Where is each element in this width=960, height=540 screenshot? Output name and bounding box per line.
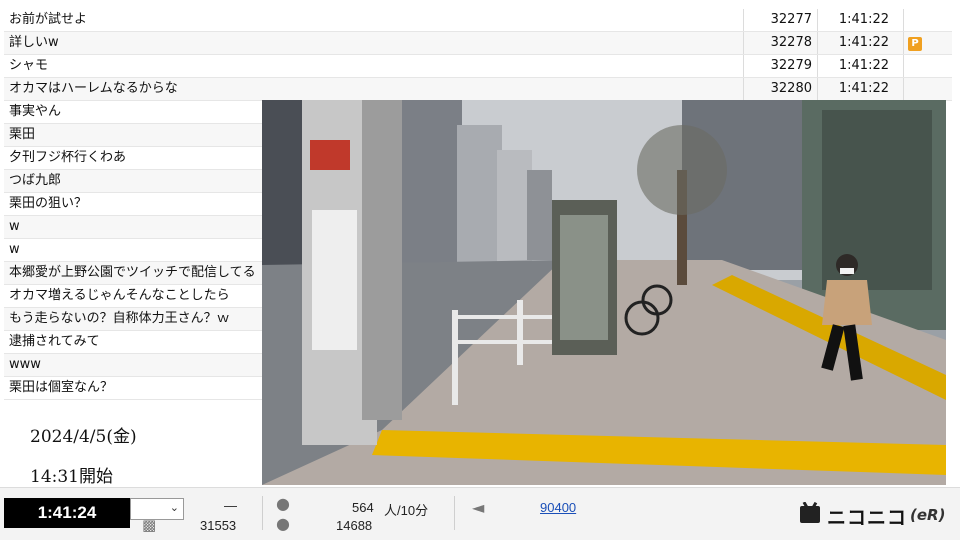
comment-count: 31553: [200, 518, 237, 533]
comment-number: 32277: [744, 9, 818, 31]
comment-row[interactable]: オカマはハーレムなるからな 32280 1:41:22: [4, 78, 952, 101]
comment-row[interactable]: w: [4, 239, 262, 262]
comment-row[interactable]: オカマ増えるじゃんそんなことしたら: [4, 285, 262, 308]
comment-flag: [904, 78, 952, 100]
ad-points-link[interactable]: 90400: [540, 500, 576, 515]
total-viewers: 14688: [336, 518, 373, 533]
comment-text: つば九郎: [9, 173, 62, 188]
chevron-down-icon[interactable]: ⌄: [170, 501, 179, 514]
comment-row[interactable]: 事実やん: [4, 101, 262, 124]
megaphone-icon[interactable]: ◄: [472, 498, 484, 517]
comment-text: 栗田: [9, 127, 36, 142]
broadcast-start-time: 14:31開始: [30, 467, 113, 487]
comment-list: お前が試せよ 32277 1:41:22 詳しいw 32278 1:41:22 P シャモ 32…: [4, 9, 952, 101]
comment-text: www: [9, 357, 41, 372]
comment-text: オカマはハーレムなるからな: [4, 78, 744, 100]
video-player[interactable]: [262, 100, 946, 485]
video-frame: [262, 100, 946, 485]
comment-text: もう走らないの？自称体力王さん？ｗ: [9, 311, 230, 326]
comment-row[interactable]: もう走らないの？自称体力王さん？ｗ: [4, 308, 262, 331]
comment-flag: [904, 55, 952, 77]
comment-flag: P: [904, 32, 952, 54]
viewers-unit: 人/10分: [384, 503, 429, 518]
comment-text: w: [9, 219, 20, 234]
status-bar: 1:41:24 ⌄ ▩ — 31553 ● ● 564 人/10分 14688 …: [0, 487, 960, 540]
comment-list-left: 事実やん栗田夕刊フジ杯行くわあ つば九郎栗田の狙い？ w w 本郷愛が上野公園でツイッチ…: [4, 101, 262, 400]
broadcast-date: 2024/4/5(金): [30, 427, 137, 447]
comment-text: 夕刊フジ杯行くわあ: [9, 150, 127, 165]
comment-text: お前が試せよ: [4, 9, 744, 31]
comment-row[interactable]: 夕刊フジ杯行くわあ: [4, 147, 262, 170]
comment-text: 事実やん: [9, 104, 62, 119]
logo-suffix: (eR): [910, 506, 946, 524]
comment-row[interactable]: 逮捕されてみて: [4, 331, 262, 354]
chat-icon: ▩: [142, 516, 157, 534]
comment-row[interactable]: www: [4, 354, 262, 377]
comment-text: 逮捕されてみて: [9, 334, 100, 349]
comment-row[interactable]: お前が試せよ 32277 1:41:22: [4, 9, 952, 32]
comment-row[interactable]: 詳しいw 32278 1:41:22 P: [4, 32, 952, 55]
comment-number: 32280: [744, 78, 818, 100]
comment-time: 1:41:22: [818, 32, 904, 54]
divider: [262, 496, 263, 530]
comment-row[interactable]: 栗田の狙い？: [4, 193, 262, 216]
comment-row[interactable]: 本郷愛が上野公園でツイッチで配信してる: [4, 262, 262, 285]
logo-text: ニコニコ: [827, 507, 908, 529]
users-icon: ●: [276, 494, 290, 513]
elapsed-time: 1:41:24: [4, 498, 130, 528]
divider: [454, 496, 455, 530]
comment-number: 32278: [744, 32, 818, 54]
comment-row[interactable]: 栗田は個室なん？: [4, 377, 262, 400]
comment-row[interactable]: w: [4, 216, 262, 239]
time-select[interactable]: ⌄: [130, 498, 184, 520]
comment-text: 栗田は個室なん？: [9, 380, 114, 395]
comment-time: 1:41:22: [818, 9, 904, 31]
comment-text: 詳しいw: [4, 32, 744, 54]
comment-text: 本郷愛が上野公園でツイッチで配信してる: [9, 265, 256, 280]
comment-text: 栗田の狙い？: [9, 196, 88, 211]
comment-text: オカマ増えるじゃんそんなことしたら: [9, 288, 230, 303]
comment-number: 32279: [744, 55, 818, 77]
comment-row[interactable]: つば九郎: [4, 170, 262, 193]
comment-text: w: [9, 242, 20, 257]
comment-time: 1:41:22: [818, 55, 904, 77]
comment-row[interactable]: 栗田: [4, 124, 262, 147]
comment-flag: [904, 9, 952, 31]
comment-row[interactable]: シャモ 32279 1:41:22: [4, 55, 952, 78]
comment-time: 1:41:22: [818, 78, 904, 100]
person-icon: ●: [276, 514, 290, 533]
premium-icon: P: [908, 37, 922, 51]
comment-text: シャモ: [4, 55, 744, 77]
niconico-logo: ニコニコ (eR): [800, 501, 950, 529]
dash-value: —: [224, 498, 237, 513]
viewers-per-10min: 564: [352, 500, 374, 515]
